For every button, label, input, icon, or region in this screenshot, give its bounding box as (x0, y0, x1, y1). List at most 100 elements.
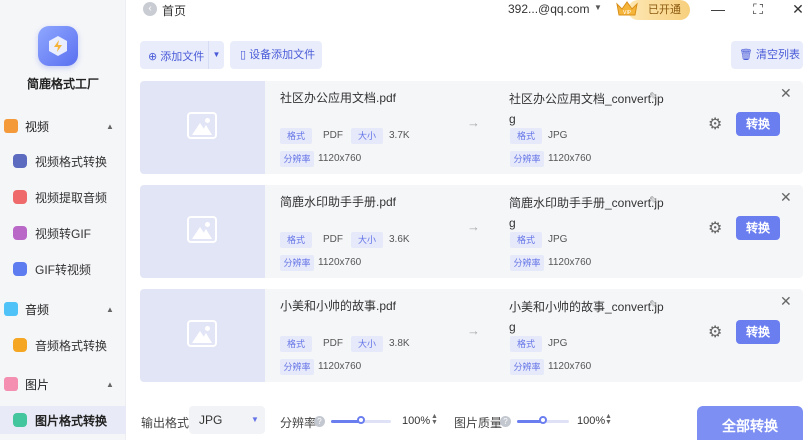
arrow-right-icon: → (467, 115, 480, 130)
app-name: 简鹿格式工厂 (26, 77, 99, 91)
source-file-name: 简鹿水印助手手册.pdf (280, 195, 397, 209)
sidebar-category-label: 图片 (25, 377, 50, 392)
file-thumbnail (140, 289, 265, 382)
audio-icon (4, 302, 18, 316)
minimize-button[interactable]: — (709, 0, 727, 18)
source-file-name: 社区办公应用文档.pdf (280, 91, 397, 105)
output-format-select[interactable]: JPG ▼ (189, 406, 265, 434)
extract-audio-icon (13, 190, 27, 204)
sidebar-item-label: 音频格式转换 (35, 338, 108, 353)
sidebar-item-label: 视频格式转换 (35, 154, 108, 169)
sidebar-item-image-format-convert[interactable]: 图片格式转换 (0, 406, 126, 434)
chevron-down-icon: ▼ (251, 415, 259, 424)
resolution-label: 分辨率 (280, 416, 317, 430)
size-tag: 大小 (351, 128, 383, 144)
file-size: 3.8K (389, 338, 410, 349)
sidebar-category-label: 视频 (25, 119, 50, 134)
convert-button[interactable]: 转换 (736, 112, 780, 136)
source-file-name: 小美和小帅的故事.pdf (280, 299, 397, 313)
add-file-button[interactable]: ⊕ 添加文件 ▼ (140, 41, 224, 69)
account-email[interactable]: 392...@qq.com (508, 2, 590, 16)
quality-help-icon[interactable]: ? (500, 416, 511, 427)
gear-icon[interactable]: ⚙ (708, 114, 722, 134)
source-resolution: 1120x760 (318, 153, 362, 164)
file-thumbnail (140, 81, 265, 174)
gear-icon[interactable]: ⚙ (708, 322, 722, 342)
sidebar-item-video-format-convert[interactable]: 视频格式转换 (0, 148, 126, 174)
collapse-arrow-icon: ▲ (106, 379, 114, 389)
collapse-arrow-icon: ▲ (106, 121, 114, 131)
resolution-tag: 分辨率 (280, 151, 314, 167)
quality-stepper[interactable]: ▲ ▼ (605, 413, 612, 426)
file-card: 社区办公应用文档.pdf 格式 PDF 大小 3.7K 分辨率 1120x760… (140, 81, 803, 174)
gear-icon[interactable]: ⚙ (708, 218, 722, 238)
logo-icon (49, 36, 67, 56)
clear-list-button[interactable]: 🗑 清空列表 (731, 41, 803, 69)
format-tag: 格式 (280, 336, 312, 352)
sidebar-item-gif-to-video[interactable]: GIF转视频 (0, 256, 126, 282)
resolution-tag: 分辨率 (280, 359, 314, 375)
device-add-label: 设备添加文件 (249, 49, 316, 61)
output-resolution: 1120x760 (548, 257, 592, 268)
audio-convert-icon (13, 338, 27, 352)
resolution-value[interactable]: 100% (402, 415, 430, 427)
image-icon (4, 377, 18, 391)
edit-pencil-icon[interactable]: ✎ (649, 194, 658, 207)
file-card: 简鹿水印助手手册.pdf 格式 PDF 大小 3.6K 分辨率 1120x760… (140, 185, 803, 278)
convert-button[interactable]: 转换 (736, 216, 780, 240)
sidebar-item-label: 视频转GIF (35, 226, 91, 241)
convert-button[interactable]: 转换 (736, 320, 780, 344)
sidebar-item-extract-audio[interactable]: 视频提取音频 (0, 184, 126, 210)
arrow-right-icon: → (467, 219, 480, 234)
resolution-slider-knob[interactable] (357, 416, 365, 424)
remove-file-icon[interactable]: ✕ (780, 293, 792, 310)
add-file-dropdown-icon[interactable]: ▼ (208, 41, 224, 69)
sidebar-category-image[interactable]: 图片 ▲ (0, 373, 126, 395)
sidebar-item-audio-format-convert[interactable]: 音频格式转换 (0, 332, 126, 358)
output-resolution: 1120x760 (548, 361, 592, 372)
home-link[interactable]: 首页 (162, 2, 186, 19)
quality-slider-knob[interactable] (539, 416, 547, 424)
quality-value[interactable]: 100% (577, 415, 605, 427)
resolution-stepper[interactable]: ▲ ▼ (431, 413, 438, 426)
format-tag: 格式 (510, 336, 542, 352)
account-dropdown-icon[interactable]: ▼ (594, 3, 602, 12)
remove-file-icon[interactable]: ✕ (780, 189, 792, 206)
source-format: PDF (323, 234, 343, 245)
sidebar-category-video[interactable]: 视频 ▲ (0, 115, 126, 137)
svg-text:VIP: VIP (623, 10, 631, 16)
maximize-button[interactable]: ⛶ (749, 0, 767, 18)
sidebar-item-label: GIF转视频 (35, 262, 91, 277)
file-size: 3.6K (389, 234, 410, 245)
size-tag: 大小 (351, 232, 383, 248)
close-window-button[interactable]: ✕ (789, 0, 807, 18)
convert-all-button[interactable]: 全部转换 (697, 406, 803, 440)
collapse-arrow-icon: ▲ (106, 304, 114, 314)
output-format: JPG (548, 338, 568, 349)
add-icon: ⊕ (148, 51, 161, 63)
output-file-name: 社区办公应用文档_convert.jpg (509, 92, 664, 126)
device-add-file-button[interactable]: ▯ 设备添加文件 (230, 41, 322, 69)
add-file-label: 添加文件 (160, 51, 205, 63)
output-format-label: 输出格式 (141, 416, 190, 430)
sidebar-item-video-to-gif[interactable]: 视频转GIF (0, 220, 126, 246)
source-resolution: 1120x760 (318, 361, 362, 372)
clear-list-label: 清空列表 (756, 49, 801, 61)
resolution-tag: 分辨率 (510, 255, 544, 271)
format-tag: 格式 (280, 232, 312, 248)
vip-label: 已开通 (648, 4, 681, 16)
sidebar-category-label: 音频 (25, 302, 50, 317)
edit-pencil-icon[interactable]: ✎ (649, 90, 658, 103)
edit-pencil-icon[interactable]: ✎ (649, 298, 658, 311)
resolution-tag: 分辨率 (510, 151, 544, 167)
remove-file-icon[interactable]: ✕ (780, 85, 792, 102)
format-tag: 格式 (510, 232, 542, 248)
video-convert-icon (13, 154, 27, 168)
resolution-tag: 分辨率 (510, 359, 544, 375)
sidebar-category-audio[interactable]: 音频 ▲ (0, 298, 126, 320)
sidebar-item-label: 视频提取音频 (35, 190, 108, 205)
back-icon[interactable]: ‹ (143, 2, 157, 16)
format-tag: 格式 (280, 128, 312, 144)
resolution-help-icon[interactable]: ? (314, 416, 325, 427)
size-tag: 大小 (351, 336, 383, 352)
